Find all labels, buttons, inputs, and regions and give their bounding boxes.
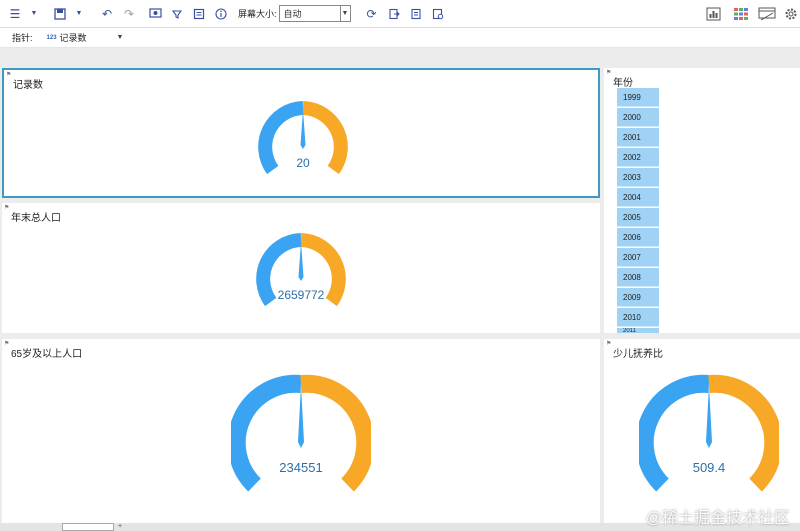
gauge-value: 234551	[279, 460, 322, 475]
gauge-value: 20	[296, 156, 310, 170]
gauge-pointer	[298, 385, 304, 448]
panel-title: 65岁及以上人口	[11, 349, 83, 360]
year-item[interactable]: 2001	[617, 128, 659, 147]
panel-flag-icon: ⚑	[4, 341, 10, 347]
filter-icon[interactable]	[168, 4, 186, 24]
screen-size-select[interactable]: 自动	[278, 5, 341, 22]
panel-flag-icon: ⚑	[606, 70, 612, 76]
save-dropdown-icon[interactable]: ▼	[70, 4, 88, 24]
gauge-value: 509.4	[693, 460, 726, 475]
redo-icon[interactable]: ↷	[120, 4, 138, 24]
print-icon[interactable]	[407, 4, 425, 24]
gauge-pointer	[300, 110, 306, 149]
year-item[interactable]: 1999	[617, 88, 659, 107]
indicator-bar: 指针: 123 记录数 ▼	[0, 28, 800, 48]
panel-flag-icon: ⚑	[4, 205, 10, 211]
panel-flag-icon: ⚑	[606, 341, 612, 347]
gauge-pointer	[298, 242, 304, 281]
year-item[interactable]: 2005	[617, 208, 659, 227]
panel-title: 年末总人口	[11, 213, 61, 224]
gauge-svg: 234551	[231, 374, 371, 492]
gauge-value: 2659772	[278, 288, 325, 302]
toolbar: ☰ ▼ ▼ ↶ ↷ 屏幕大小: 自动 ▼ ⟳	[0, 0, 800, 28]
chart-view-icon[interactable]	[704, 5, 722, 23]
panel-title: 年份	[613, 78, 633, 89]
panel-year[interactable]: ⚑ 年份 1999 2000 2001 2002 2003 2004 2005 …	[604, 68, 800, 333]
save-icon[interactable]	[51, 4, 69, 24]
panel-record-count[interactable]: ⚑ 记录数 20	[2, 68, 600, 198]
gear-icon[interactable]	[782, 5, 800, 23]
year-item[interactable]: 2004	[617, 188, 659, 207]
year-item[interactable]: 2011	[617, 328, 659, 333]
refresh-icon[interactable]: ⟳	[363, 4, 381, 24]
panel-flag-icon: ⚑	[6, 72, 12, 78]
add-sheet-icon[interactable]: +	[118, 523, 122, 530]
indicator-value[interactable]: 记录数	[60, 31, 87, 44]
menu-dropdown-icon[interactable]: ▼	[25, 4, 43, 24]
grid-view-icon[interactable]	[732, 5, 750, 23]
year-item[interactable]: 2006	[617, 228, 659, 247]
gauge-pointer	[706, 385, 712, 448]
year-item[interactable]: 2003	[617, 168, 659, 187]
screen-size-label: 屏幕大小:	[238, 9, 277, 19]
year-item[interactable]: 2008	[617, 268, 659, 287]
year-list: 1999 2000 2001 2002 2003 2004 2005 2006 …	[617, 88, 659, 333]
panel-population-65-plus[interactable]: ⚑ 65岁及以上人口 234551	[2, 339, 600, 523]
year-item[interactable]: 2007	[617, 248, 659, 267]
gauge-child-dependency-ratio: 509.4	[639, 374, 779, 492]
indicator-label: 指针:	[12, 33, 33, 43]
undo-icon[interactable]: ↶	[98, 4, 116, 24]
layout-icon[interactable]	[190, 4, 208, 24]
gauge-record-count: 20	[257, 101, 349, 179]
gauge-total-population: 2659772	[255, 233, 347, 311]
panel-total-population[interactable]: ⚑ 年末总人口 2659772	[2, 203, 600, 333]
preview-icon[interactable]	[146, 4, 164, 24]
info-icon[interactable]	[212, 4, 230, 24]
menu-icon[interactable]: ☰	[6, 4, 24, 24]
year-item[interactable]: 2010	[617, 308, 659, 327]
hide-panel-icon[interactable]	[758, 5, 776, 23]
screen-size-dropdown-icon[interactable]: ▼	[340, 5, 351, 22]
settings-page-icon[interactable]	[429, 4, 447, 24]
export-icon[interactable]	[385, 4, 403, 24]
panel-title: 少儿抚养比	[613, 349, 663, 360]
year-item[interactable]: 2002	[617, 148, 659, 167]
year-item[interactable]: 2009	[617, 288, 659, 307]
gauge-svg: 509.4	[639, 374, 779, 492]
number-type-icon: 123	[46, 34, 57, 41]
year-item[interactable]: 2000	[617, 108, 659, 127]
gauge-population-65-plus: 234551	[231, 374, 371, 492]
gauge-svg: 2659772	[256, 233, 346, 307]
panel-child-dependency-ratio[interactable]: ⚑ 少儿抚养比 509.4	[604, 339, 800, 523]
watermark: @稀土掘金技术社区	[645, 510, 790, 527]
sheet-tab[interactable]	[62, 523, 114, 531]
gauge-svg: 20	[258, 101, 348, 175]
panel-title: 记录数	[13, 80, 43, 91]
indicator-dropdown-icon[interactable]: ▼	[117, 34, 124, 41]
screen-size-value: 自动	[283, 9, 302, 19]
